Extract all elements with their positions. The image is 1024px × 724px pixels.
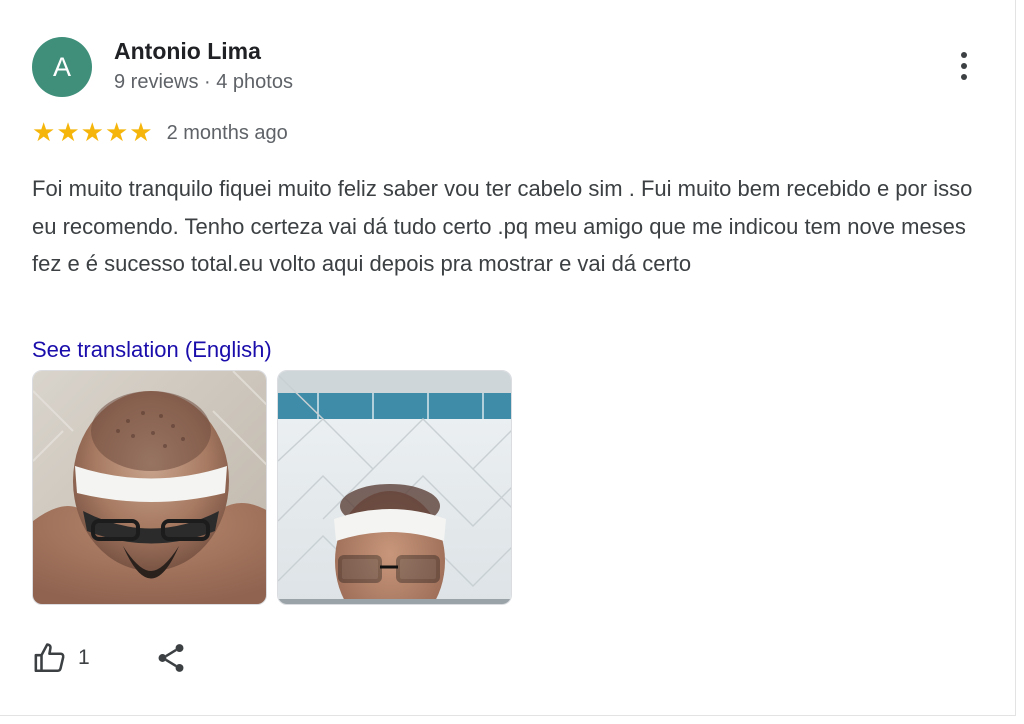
review-card: A Antonio Lima 9 reviews · 4 photos ★ ★ ★ ★…: [0, 0, 1016, 716]
see-translation-link[interactable]: See translation (English): [32, 337, 272, 363]
star-icon: ★: [32, 118, 56, 148]
star-icon: ★: [56, 118, 80, 148]
star-icon: ★: [80, 118, 104, 148]
star-rating: ★ ★ ★ ★ ★: [32, 119, 153, 147]
more-vert-icon-dot: [961, 74, 967, 80]
photo-top-of-head: [33, 371, 266, 604]
review-text: Foi muito tranquilo fiquei muito feliz s…: [32, 176, 973, 276]
thumb-up-icon: [34, 643, 65, 673]
review-actions: 1: [32, 638, 188, 678]
author-name[interactable]: Antonio Lima: [114, 38, 261, 65]
more-vert-icon-dot: [961, 63, 967, 69]
more-vert-icon: [961, 52, 967, 58]
more-options-button[interactable]: [946, 44, 982, 88]
review-photo-1[interactable]: [32, 370, 267, 605]
star-icon: ★: [129, 118, 153, 148]
share-icon: [158, 644, 184, 672]
review-photo-2[interactable]: [277, 370, 512, 605]
author-meta: 9 reviews · 4 photos: [114, 71, 293, 93]
avatar[interactable]: A: [32, 37, 92, 97]
like-count: 1: [78, 646, 90, 669]
rating-row: ★ ★ ★ ★ ★ 2 months ago: [32, 118, 288, 148]
photo-front-face: [278, 371, 511, 604]
star-icon: ★: [104, 118, 129, 148]
like-button[interactable]: 1: [32, 641, 90, 675]
review-date: 2 months ago: [166, 121, 288, 144]
share-button[interactable]: [154, 641, 188, 675]
